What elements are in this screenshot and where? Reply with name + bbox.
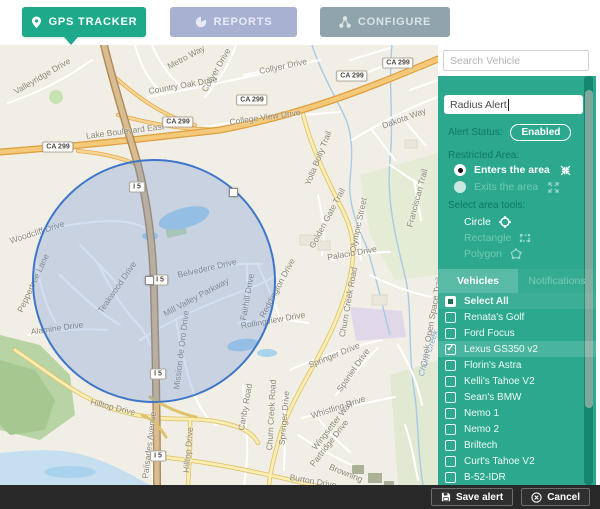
- alert-panel: Radius Alert Alert Status: Enabled Restr…: [438, 76, 596, 485]
- enters-area-radio[interactable]: [454, 164, 466, 176]
- vehicle-row[interactable]: Briltech: [438, 437, 596, 453]
- vehicle-row[interactable]: Nemo 1: [438, 405, 596, 421]
- vehicle-row[interactable]: Florin's Astra: [438, 357, 596, 373]
- tab-configure-label: CONFIGURE: [358, 16, 431, 28]
- cancel-label: Cancel: [547, 492, 580, 503]
- map-pin-icon: [31, 16, 42, 29]
- footer-bar: Save alert Cancel: [0, 485, 600, 509]
- highway-shield: CA 299: [336, 71, 367, 82]
- tool-polygon-label: Polygon: [464, 248, 502, 260]
- vehicle-row[interactable]: Kelli's Tahoe V2: [438, 373, 596, 389]
- highway-shield: CA 299: [382, 58, 413, 69]
- map-shields: CA 299 CA 299 CA 299 CA 299 CA 299 I 5 I 5 I 5 I…: [0, 45, 438, 485]
- tool-polygon[interactable]: Polygon: [464, 248, 522, 260]
- vehicle-label: Kelli's Tahoe V2: [464, 376, 535, 387]
- select-all-label: Select All: [464, 296, 509, 307]
- highway-shield: I 5: [150, 369, 166, 380]
- vehicle-checkbox[interactable]: ✓: [445, 344, 456, 355]
- vehicle-label: Ford Focus: [464, 328, 515, 339]
- cancel-button[interactable]: Cancel: [521, 488, 590, 506]
- vehicle-checkbox[interactable]: [445, 440, 456, 451]
- circle-center-handle[interactable]: [145, 276, 154, 285]
- circle-tool-icon: [499, 216, 511, 228]
- tab-gps-tracker[interactable]: GPS TRACKER: [22, 7, 146, 37]
- vehicle-checkbox[interactable]: [445, 376, 456, 387]
- vehicle-checkbox[interactable]: [445, 360, 456, 371]
- area-tools-label: Select area tools:: [448, 200, 525, 211]
- highway-shield: CA 299: [162, 117, 193, 128]
- vehicle-checkbox[interactable]: [445, 472, 456, 483]
- compress-arrows-icon: [560, 165, 571, 176]
- tab-configure[interactable]: CONFIGURE: [320, 7, 450, 37]
- radio-dot: [458, 168, 463, 173]
- vehicle-label: Nemo 1: [464, 408, 499, 419]
- pie-chart-icon: [195, 16, 207, 28]
- alert-name-value: Radius Alert: [450, 99, 507, 111]
- highway-shield: I 5: [152, 275, 168, 286]
- highway-shield: I 5: [150, 451, 166, 462]
- select-all-checkbox[interactable]: [445, 296, 456, 307]
- save-alert-label: Save alert: [456, 492, 503, 503]
- polygon-tool-icon: [510, 248, 522, 260]
- vehicle-checkbox[interactable]: [445, 408, 456, 419]
- tab-reports-label: REPORTS: [214, 16, 273, 28]
- alert-status-label: Alert Status:: [448, 127, 502, 138]
- select-all-row[interactable]: Select All: [438, 293, 596, 309]
- map-canvas[interactable]: Valleyridge DriveMetro WayCountry Oak Dr…: [0, 45, 438, 485]
- vehicle-label: Briltech: [464, 440, 497, 451]
- vehicle-label: Curt's Tahoe V2: [464, 456, 535, 467]
- vehicle-checkbox[interactable]: [445, 392, 456, 403]
- expand-arrows-icon: [548, 182, 559, 193]
- tab-notifications[interactable]: Notifications: [518, 269, 596, 293]
- vehicle-row[interactable]: ✓ Lexus GS350 v2: [438, 341, 596, 357]
- cancel-icon: [531, 492, 542, 503]
- enters-area-label: Enters the area: [474, 164, 550, 176]
- highway-shield: CA 299: [236, 95, 267, 106]
- vehicle-row[interactable]: Ford Focus: [438, 325, 596, 341]
- exits-area-label: Exits the area: [474, 181, 538, 193]
- vehicle-checkbox[interactable]: [445, 312, 456, 323]
- vehicle-row[interactable]: Curt's Tahoe V2: [438, 453, 596, 469]
- highway-shield: I 5: [129, 182, 145, 193]
- search-input[interactable]: [443, 50, 589, 71]
- vehicle-checkbox[interactable]: [445, 424, 456, 435]
- vehicle-checkbox[interactable]: [445, 456, 456, 467]
- highway-shield: CA 299: [42, 142, 73, 153]
- restricted-area-label: Restricted Area:: [448, 150, 519, 161]
- top-nav: GPS TRACKER REPORTS CONFIGURE: [0, 0, 600, 45]
- tab-reports[interactable]: REPORTS: [170, 7, 297, 37]
- vehicle-row[interactable]: Renata's Golf: [438, 309, 596, 325]
- sidebar: Radius Alert Alert Status: Enabled Restr…: [438, 45, 600, 485]
- rectangle-tool-icon: [519, 232, 531, 244]
- vehicle-label: Florin's Astra: [464, 360, 521, 371]
- text-caret: [508, 99, 509, 111]
- tab-gps-tracker-label: GPS TRACKER: [49, 16, 138, 28]
- vehicle-checkbox[interactable]: [445, 328, 456, 339]
- tool-circle[interactable]: Circle: [464, 216, 511, 228]
- save-icon: [441, 492, 451, 502]
- tool-rectangle-label: Rectangle: [464, 232, 511, 244]
- vehicle-row[interactable]: B-52-IDR: [438, 469, 596, 485]
- exits-area-radio[interactable]: [454, 181, 466, 193]
- vehicle-label: B-52-IDR: [464, 472, 506, 483]
- vehicle-row[interactable]: Nemo 2: [438, 421, 596, 437]
- vehicle-label: Sean's BMW: [464, 392, 521, 403]
- search-bar: [438, 45, 600, 76]
- sidebar-tabs: Vehicles Notifications: [438, 269, 596, 293]
- save-alert-button[interactable]: Save alert: [431, 488, 513, 506]
- vehicle-label: Lexus GS350 v2: [464, 344, 538, 355]
- app-window: GPS TRACKER REPORTS CONFIGURE: [0, 0, 600, 509]
- alert-status-toggle[interactable]: Enabled: [510, 124, 571, 141]
- tab-vehicles[interactable]: Vehicles: [438, 269, 518, 293]
- circle-resize-handle[interactable]: [229, 188, 238, 197]
- vehicle-row[interactable]: Sean's BMW: [438, 389, 596, 405]
- share-network-icon: [339, 16, 351, 28]
- tool-rectangle[interactable]: Rectangle: [464, 232, 531, 244]
- vehicle-list: Select All Renata's Golf Ford Focus ✓ Lexus…: [438, 293, 596, 485]
- vehicle-label: Nemo 2: [464, 424, 499, 435]
- vehicle-label: Renata's Golf: [464, 312, 524, 323]
- tool-circle-label: Circle: [464, 216, 491, 228]
- alert-name-input[interactable]: Radius Alert: [444, 95, 583, 114]
